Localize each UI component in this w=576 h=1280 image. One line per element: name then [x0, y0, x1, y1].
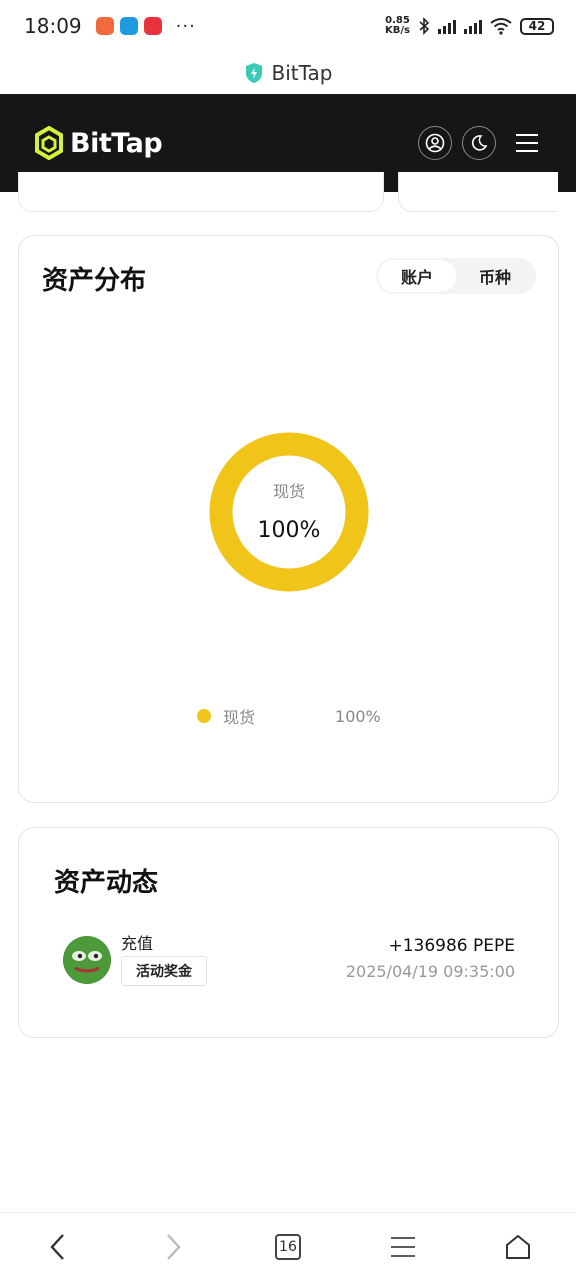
asset-activity-title: 资产动态 [54, 868, 159, 898]
asset-activity-card: 资产动态 充值 活动奖金 +136986 PEPE 2025/04/19 09:… [18, 827, 559, 1038]
browser-title-bar: BitTap [0, 52, 576, 94]
status-time: 18:09 [24, 14, 82, 38]
cellular-signal-icon [438, 18, 456, 34]
back-button[interactable] [34, 1223, 82, 1271]
chart-legend: 现货 100% [197, 704, 381, 728]
legend-value: 100% [335, 706, 381, 726]
user-icon [425, 133, 445, 153]
hexagon-logo-icon [35, 126, 63, 160]
asset-distribution-title: 资产分布 [42, 266, 147, 296]
activity-amount: +136986 PEPE [388, 936, 515, 956]
home-icon [506, 1234, 531, 1259]
status-bar: 18:09 ··· 0.85 KB/s 42 [0, 0, 576, 52]
tab-account[interactable]: 账户 [378, 260, 456, 292]
network-speed-unit: KB/s [385, 25, 410, 36]
network-speed: 0.85 KB/s [385, 16, 410, 36]
home-button[interactable] [494, 1223, 542, 1271]
summary-card-partial [398, 172, 558, 212]
browser-menu-button[interactable] [379, 1223, 427, 1271]
pepe-icon [63, 936, 111, 984]
activity-row[interactable]: 充值 活动奖金 +136986 PEPE 2025/04/19 09:35:00 [63, 934, 515, 990]
battery-icon: 42 [520, 17, 554, 35]
notification-app-icon [119, 17, 138, 35]
activity-time: 2025/04/19 09:35:00 [345, 962, 515, 981]
hamburger-menu-icon [516, 134, 538, 152]
bluetooth-icon [419, 17, 430, 35]
menu-lines-icon [391, 1236, 416, 1257]
tab-currency[interactable]: 币种 [456, 260, 534, 292]
donut-center-value: 100% [257, 518, 321, 543]
browser-title: BitTap [271, 61, 333, 85]
more-notifications-icon: ··· [175, 15, 196, 37]
logo-text: BitTap [70, 127, 163, 159]
bittap-logo[interactable]: BitTap [34, 126, 163, 160]
donut-center-label: 现货 [272, 482, 305, 501]
chevron-right-icon [166, 1233, 181, 1260]
activity-tag-badge: 活动奖金 [121, 956, 207, 986]
chevron-left-icon [49, 1233, 64, 1260]
asset-distribution-card: 资产分布 账户 币种 现货 100% 现货 100% [18, 235, 559, 803]
wifi-icon [490, 18, 512, 35]
cellular-signal-icon [464, 18, 482, 34]
tabs-count: 16 [274, 1233, 301, 1260]
activity-type: 充值 [121, 934, 154, 953]
browser-bottom-nav: 16 [0, 1212, 576, 1280]
legend-label: 现货 [223, 708, 256, 727]
forward-button[interactable] [149, 1223, 197, 1271]
tabs-button[interactable]: 16 [264, 1223, 312, 1271]
asset-donut-chart [209, 432, 369, 592]
theme-toggle-button[interactable] [462, 126, 496, 160]
donut-slice-1 [209, 432, 369, 592]
menu-button[interactable] [512, 128, 542, 158]
summary-card-partial [18, 172, 384, 212]
distribution-toggle: 账户 币种 [376, 258, 536, 294]
moon-icon [471, 135, 488, 151]
notification-app-icon [143, 17, 162, 35]
pepe-token-avatar [63, 936, 111, 984]
notification-app-icon [95, 17, 114, 35]
status-indicators: 0.85 KB/s 42 [385, 16, 554, 36]
shield-icon [245, 63, 262, 83]
user-account-button[interactable] [418, 126, 452, 160]
legend-color-dot [197, 709, 211, 723]
